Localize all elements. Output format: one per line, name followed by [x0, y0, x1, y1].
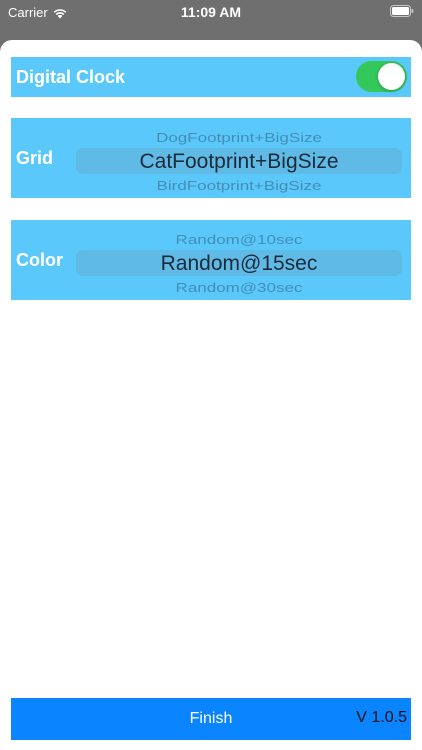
finish-bar: Finish V 1.0.5 — [11, 698, 411, 740]
status-bar: Carrier 11:09 AM — [0, 0, 422, 36]
grid-label: Grid — [16, 148, 54, 168]
color-picker-option-next[interactable]: Random@30sec — [76, 281, 402, 296]
digital-clock-toggle[interactable] — [356, 61, 407, 92]
version-label: V 1.0.5 — [356, 709, 407, 726]
color-label: Color — [16, 250, 63, 270]
digital-clock-label: Digital Clock — [16, 67, 126, 87]
digital-clock-row: Digital Clock — [11, 57, 411, 97]
grid-row: Grid DogFootprint+BigSize CatFootprint+B… — [11, 118, 411, 198]
color-picker[interactable]: Random@10sec Random@15sec Random@30sec — [76, 224, 402, 296]
grid-picker-option-next[interactable]: BirdFootprint+BigSize — [76, 179, 402, 194]
grid-picker-option-previous[interactable]: DogFootprint+BigSize — [76, 131, 402, 146]
color-picker-option-previous[interactable]: Random@10sec — [76, 233, 402, 248]
grid-picker-option-selected[interactable]: CatFootprint+BigSize — [76, 150, 402, 174]
status-time: 11:09 AM — [180, 4, 242, 20]
toggle-knob — [378, 63, 405, 90]
grid-picker[interactable]: DogFootprint+BigSize CatFootprint+BigSiz… — [76, 122, 402, 194]
color-picker-option-selected[interactable]: Random@15sec — [76, 252, 402, 276]
settings-sheet: Digital Clock Grid DogFootprint+BigSize … — [0, 40, 422, 750]
finish-button[interactable]: Finish — [11, 698, 411, 740]
color-row: Color Random@10sec Random@15sec Random@3… — [11, 220, 411, 300]
battery-icon — [390, 5, 414, 17]
